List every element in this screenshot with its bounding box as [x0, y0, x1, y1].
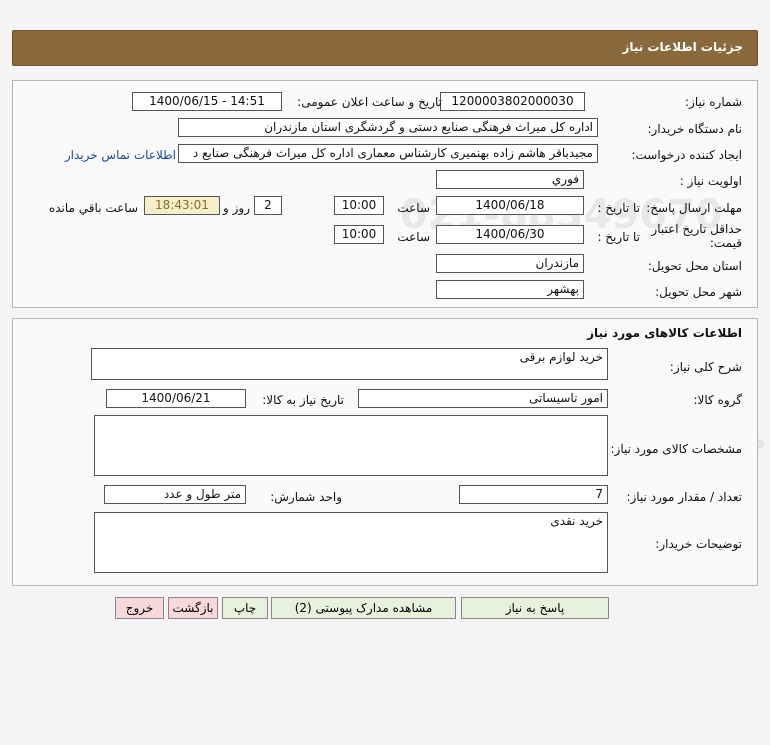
page-title: جزئیات اطلاعات نیاز	[622, 40, 743, 54]
reply-button[interactable]: پاسخ به نیاز	[461, 597, 609, 619]
goods-group-field: امور تاسیساتی	[358, 389, 608, 408]
remaining-time-label: ساعت باقي مانده	[48, 201, 138, 215]
creator-field: مجیدباقر هاشم زاده بهنمیری کارشناس معمار…	[178, 144, 598, 163]
description-label: شرح کلی نیاز:	[669, 360, 742, 374]
validity-time-label: ساعت	[397, 230, 430, 244]
specs-field	[94, 415, 608, 476]
days-label: روز و	[223, 201, 250, 215]
need-number-field: 1200003802000030	[440, 92, 585, 111]
announce-date-label: تاریخ و ساعت اعلان عمومی:	[297, 95, 442, 109]
need-number-label: شماره نیاز:	[685, 95, 742, 109]
remaining-time-field: 18:43:01	[144, 196, 220, 215]
buyer-contact-link[interactable]: اطلاعات تماس خریدار	[65, 148, 176, 162]
validity-to-date-label: تا تاریخ :	[597, 230, 640, 244]
deadline-to-date-label: تا تاریخ :	[597, 201, 640, 215]
unit-field: متر طول و عدد	[104, 485, 246, 504]
buyer-org-field: اداره کل میراث فرهنگی صنایع دستی و گردشگ…	[178, 118, 598, 137]
attachments-button[interactable]: مشاهده مدارک پیوستی (2)	[271, 597, 456, 619]
city-field: بهشهر	[436, 280, 584, 299]
quantity-label: تعداد / مقدار مورد نیاز:	[626, 490, 742, 504]
priority-field: فوري	[436, 170, 584, 189]
goods-section-title: اطلاعات کالاهای مورد نیاز	[587, 326, 742, 340]
priority-label: اولویت نیاز :	[679, 174, 742, 188]
province-field: مازندران	[436, 254, 584, 273]
days-remaining-field: 2	[254, 196, 282, 215]
validity-label-line2: قیمت:	[709, 236, 742, 250]
validity-time-field: 10:00	[334, 225, 384, 244]
deadline-label: مهلت ارسال پاسخ:	[646, 201, 742, 215]
deadline-time-field: 10:00	[334, 196, 384, 215]
page-header: جزئیات اطلاعات نیاز	[12, 30, 758, 66]
city-label: شهر محل تحویل:	[655, 285, 742, 299]
print-button[interactable]: چاپ	[222, 597, 268, 619]
need-date-label: تاریخ نیاز به کالا:	[262, 393, 344, 407]
announce-date-field: 1400/06/15 - 14:51	[132, 92, 282, 111]
deadline-date-field: 1400/06/18	[436, 196, 584, 215]
need-details-panel	[12, 80, 758, 308]
province-label: استان محل تحویل:	[647, 259, 742, 273]
exit-button[interactable]: خروج	[115, 597, 164, 619]
goods-group-label: گروه کالا:	[693, 393, 743, 407]
quantity-field: 7	[459, 485, 608, 504]
creator-label: ایجاد کننده درخواست:	[631, 148, 742, 162]
description-field: خرید لوازم برقی	[91, 348, 608, 380]
need-date-field: 1400/06/21	[106, 389, 246, 408]
specs-label: مشخصات کالای مورد نیاز:	[610, 442, 742, 456]
validity-date-field: 1400/06/30	[436, 225, 584, 244]
buyer-notes-label: توضیحات خریدار:	[655, 537, 742, 551]
buyer-notes-field: خرید نقدی	[94, 512, 608, 573]
deadline-time-label: ساعت	[397, 201, 430, 215]
buyer-org-label: نام دستگاه خریدار:	[647, 122, 743, 136]
unit-label: واحد شمارش:	[270, 490, 342, 504]
back-button[interactable]: بازگشت	[168, 597, 218, 619]
validity-label-line1: حداقل تاریخ اعتبار	[651, 222, 742, 236]
